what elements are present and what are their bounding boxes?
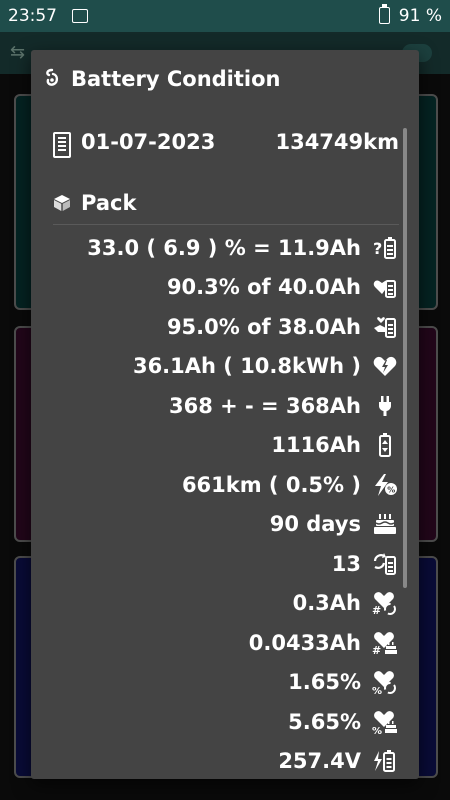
- status-bar: 23:57 91 %: [0, 0, 450, 32]
- image-notification-icon: [72, 9, 88, 23]
- row-value: 90.3% of 40.0Ah: [166, 275, 361, 300]
- battery-status-icon: [379, 4, 390, 24]
- battery-condition-dialog: Battery Condition 01-07-2023 134749km Pa…: [31, 50, 419, 779]
- pack-row-soh: 90.3% of 40.0Ah: [51, 268, 399, 308]
- row-value: 95.0% of 38.0Ah: [166, 314, 361, 339]
- svg-text:?: ?: [373, 239, 382, 258]
- pack-row-pct-per-cycle: 1.65% %: [51, 663, 399, 703]
- row-value: 13: [331, 551, 361, 576]
- battery-cycle-icon: [371, 550, 399, 578]
- svg-text:%: %: [372, 726, 382, 735]
- cake-icon: [371, 510, 399, 538]
- pack-row-soc: 33.0 ( 6.9 ) % = 11.9Ah ?: [51, 228, 399, 268]
- section-pack: Pack: [53, 188, 136, 218]
- pack-row-loss-per-day: 0.0433Ah #: [51, 623, 399, 663]
- row-value: 1116Ah: [271, 433, 361, 458]
- row-value: 90 days: [269, 512, 361, 537]
- battery-report-icon: [53, 132, 71, 158]
- cube-icon: [54, 195, 70, 211]
- odometer-value: 134749km: [275, 130, 399, 154]
- row-value: 33.0 ( 6.9 ) % = 11.9Ah: [87, 235, 361, 260]
- battery-voltage-icon: [371, 747, 399, 775]
- pack-row-age: 90 days: [51, 505, 399, 545]
- date-odometer-row: 01-07-2023 134749km: [53, 130, 399, 160]
- row-value: 368 + - = 368Ah: [168, 393, 361, 418]
- heart-percent-cycle-icon: %: [371, 668, 399, 696]
- row-value: 1.65%: [288, 670, 361, 695]
- row-value: 661km ( 0.5% ): [181, 472, 361, 497]
- pack-row-range: 661km ( 0.5% ) %: [51, 465, 399, 505]
- divider: [53, 224, 399, 225]
- pack-rows: 33.0 ( 6.9 ) % = 11.9Ah ? 90.3% of 40.0A…: [51, 228, 399, 779]
- heart-percent-cake-icon: %: [371, 708, 399, 736]
- pack-row-charge: 368 + - = 368Ah: [51, 386, 399, 426]
- scrollbar[interactable]: [403, 128, 407, 588]
- battery-percent: 91 %: [398, 6, 442, 26]
- pack-row-pct-per-day: 5.65% %: [51, 702, 399, 742]
- svg-text:#: #: [372, 644, 381, 656]
- pack-row-voltage: 257.4V: [51, 742, 399, 780]
- pack-row-energy: 36.1Ah ( 10.8kWh ): [51, 347, 399, 387]
- pack-row-capacity: 95.0% of 38.0Ah: [51, 307, 399, 347]
- plug-icon: [371, 392, 399, 420]
- report-date: 01-07-2023: [81, 130, 216, 154]
- dialog-title: Battery Condition: [43, 64, 281, 94]
- hand-battery-icon: [371, 313, 399, 341]
- row-value: 0.3Ah: [292, 591, 361, 616]
- pack-row-loss-per-cycle: 0.3Ah #: [51, 584, 399, 624]
- section-title: Pack: [81, 191, 137, 215]
- battery-question-icon: ?: [371, 234, 399, 262]
- row-value: 257.4V: [278, 749, 361, 774]
- battery-updown-icon: [371, 431, 399, 459]
- heart-battery-icon: [371, 273, 399, 301]
- row-value: 36.1Ah ( 10.8kWh ): [132, 354, 361, 379]
- heart-hash-cake-icon: #: [371, 629, 399, 657]
- pack-row-cycles: 13: [51, 544, 399, 584]
- svg-text:#: #: [372, 604, 381, 616]
- pack-row-throughput: 1116Ah: [51, 426, 399, 466]
- dialog-title-text: Battery Condition: [71, 67, 281, 91]
- heart-bolt-icon: [371, 352, 399, 380]
- lightning-percent-icon: %: [371, 471, 399, 499]
- svg-text:%: %: [372, 686, 382, 695]
- status-time: 23:57: [8, 6, 57, 26]
- heart-hash-cycle-icon: #: [371, 589, 399, 617]
- battery-condition-icon: [46, 68, 59, 86]
- svg-text:%: %: [387, 485, 395, 494]
- row-value: 5.65%: [288, 709, 361, 734]
- row-value: 0.0433Ah: [248, 630, 361, 655]
